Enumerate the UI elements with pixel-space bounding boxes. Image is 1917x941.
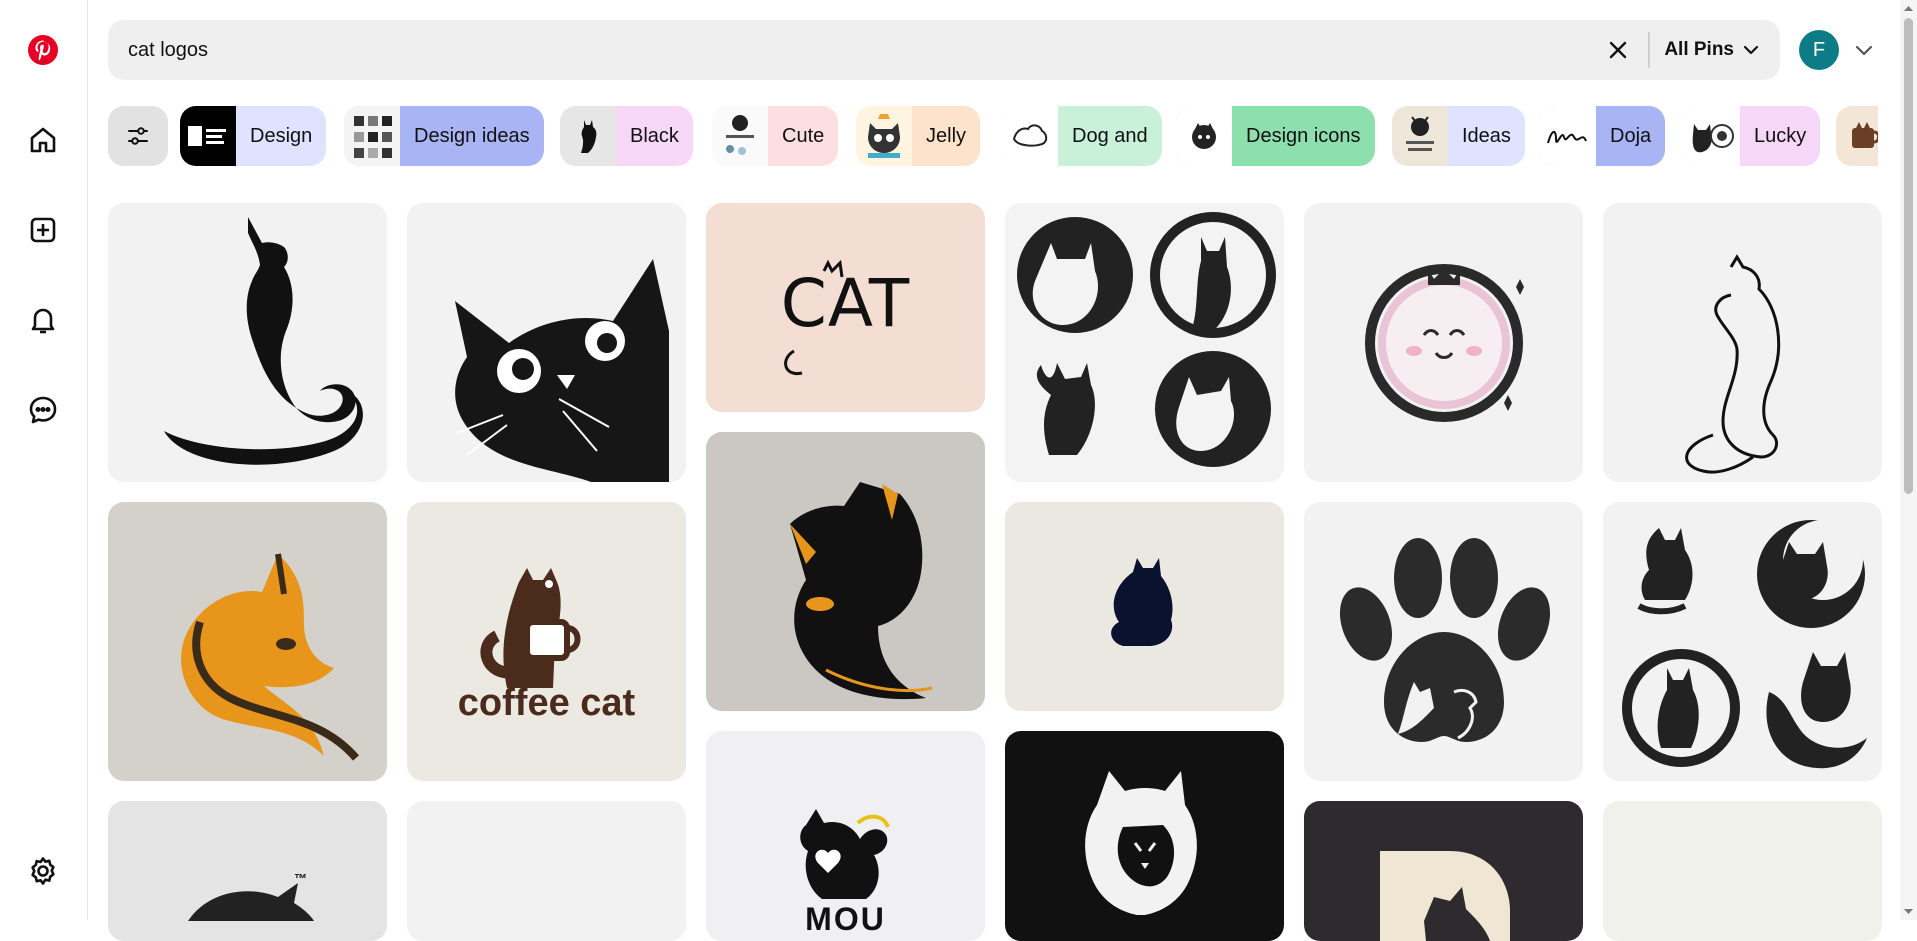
settings-gear-icon[interactable]: [20, 848, 66, 894]
search-bar: All Pins: [108, 20, 1780, 80]
scrollbar-thumb[interactable]: [1904, 18, 1913, 494]
chip-thumbnail: [1176, 106, 1232, 166]
chip-design-ideas[interactable]: Design ideas: [344, 106, 544, 166]
chip-thumbnail: [344, 106, 400, 166]
pin-card[interactable]: [1005, 731, 1284, 941]
chip-label: Design ideas: [414, 124, 530, 147]
pin-card[interactable]: coffee cat: [407, 502, 686, 781]
chip-label: Dog and: [1072, 124, 1148, 147]
pin-card[interactable]: ™: [108, 801, 387, 941]
search-divider: [1648, 32, 1651, 68]
chip-doja[interactable]: Doja: [1540, 106, 1666, 166]
chip-label: Design: [250, 124, 313, 147]
avatar[interactable]: F: [1799, 30, 1839, 70]
chip-label: Ideas: [1462, 124, 1511, 147]
pin-card[interactable]: [1304, 801, 1583, 941]
left-navigation-rail: [0, 0, 88, 920]
chip-thumbnail: [1836, 106, 1878, 166]
coffee-cat-text: coffee cat: [457, 682, 636, 724]
line-art-cat-image: [1685, 254, 1781, 474]
pin-card[interactable]: MOU: [706, 731, 985, 941]
avatar-initial: F: [1812, 38, 1826, 61]
sitting-cat-image: [164, 217, 363, 465]
pin-scope-label: All Pins: [1664, 39, 1734, 60]
four-cat-moon-logos-image: [1622, 520, 1867, 769]
chip-design-icons[interactable]: Design icons: [1176, 106, 1375, 166]
chip-label: Design icons: [1246, 124, 1361, 147]
chip-lucky[interactable]: Lucky: [1684, 106, 1821, 166]
page-scrollbar[interactable]: [1900, 0, 1917, 920]
chip-thumbnail: [1002, 106, 1058, 166]
cat-logo-tm-image: [188, 883, 314, 921]
pin-card[interactable]: [108, 502, 387, 781]
pinterest-logo-icon[interactable]: [20, 27, 66, 73]
accounts-chevron-down-icon[interactable]: [1852, 38, 1876, 62]
chip-label: Cute: [782, 124, 825, 147]
sliders-icon: [128, 127, 148, 145]
chip-ideas[interactable]: Ideas: [1392, 106, 1525, 166]
chip-thumbnail: [1684, 106, 1740, 166]
trademark-text: ™: [294, 871, 307, 886]
small-navy-cat-image: [1111, 558, 1173, 646]
peeking-cat-image: [455, 259, 669, 482]
chip-dog-and[interactable]: Dog and: [1002, 106, 1162, 166]
cat-wordmark-text: CAT: [780, 265, 911, 342]
pin-card[interactable]: [1005, 502, 1284, 711]
black-cat-head-image: [790, 482, 933, 700]
messages-icon[interactable]: [20, 387, 66, 433]
chip-thumbnail: [560, 106, 616, 166]
pin-card[interactable]: [108, 203, 387, 482]
scroll-up-arrow-icon[interactable]: [1903, 3, 1914, 14]
chip-label: Lucky: [1754, 124, 1807, 147]
pin-card[interactable]: [1304, 203, 1583, 482]
chip-thumbnail: [712, 106, 768, 166]
pin-card[interactable]: [1603, 801, 1882, 941]
home-icon[interactable]: [20, 117, 66, 163]
chip-label: Black: [630, 124, 679, 147]
pin-card[interactable]: [1005, 203, 1284, 482]
chip-label: Doja: [1610, 124, 1652, 147]
pin-card[interactable]: [706, 432, 985, 711]
chevron-down-icon: [1743, 45, 1759, 55]
chip-cute[interactable]: Cute: [712, 106, 839, 166]
smiling-cat-badge-image: [1365, 264, 1524, 422]
chip-label: Jelly: [926, 124, 967, 147]
pin-card[interactable]: [1304, 502, 1583, 781]
chip-thumbnail: [180, 106, 236, 166]
clear-search-button[interactable]: [1598, 30, 1638, 70]
chip-thumbnail: [856, 106, 912, 166]
chip-black[interactable]: Black: [560, 106, 693, 166]
pin-card[interactable]: [407, 801, 686, 941]
coffee-cat-image: [480, 568, 581, 688]
cat-in-letter-d-image: [1380, 851, 1510, 941]
hooded-cat-image: [1085, 771, 1197, 915]
chip-design[interactable]: Design: [180, 106, 327, 166]
orange-cat-head-image: [181, 553, 360, 761]
search-input[interactable]: [108, 20, 1599, 80]
filter-chips-row: Design Design ideas Black Cute Jelly Dog…: [108, 106, 1878, 166]
pin-card[interactable]: CAT: [706, 203, 985, 412]
pin-card[interactable]: [407, 203, 686, 482]
pin-card[interactable]: [1603, 203, 1882, 482]
pin-scope-dropdown[interactable]: All Pins: [1664, 39, 1780, 61]
scroll-down-arrow-icon[interactable]: [1903, 906, 1914, 917]
notifications-bell-icon[interactable]: [20, 297, 66, 343]
filters-button[interactable]: [108, 106, 168, 166]
close-icon: [1610, 41, 1627, 59]
chip-next-partial[interactable]: [1836, 106, 1878, 166]
chip-thumbnail: [1540, 106, 1596, 166]
four-cat-circle-logos-image: [1017, 212, 1276, 467]
pin-card[interactable]: [1603, 502, 1882, 781]
chip-jelly[interactable]: Jelly: [856, 106, 981, 166]
chip-thumbnail: [1392, 106, 1448, 166]
create-icon[interactable]: [20, 207, 66, 253]
paw-cat-dog-image: [1339, 538, 1551, 742]
